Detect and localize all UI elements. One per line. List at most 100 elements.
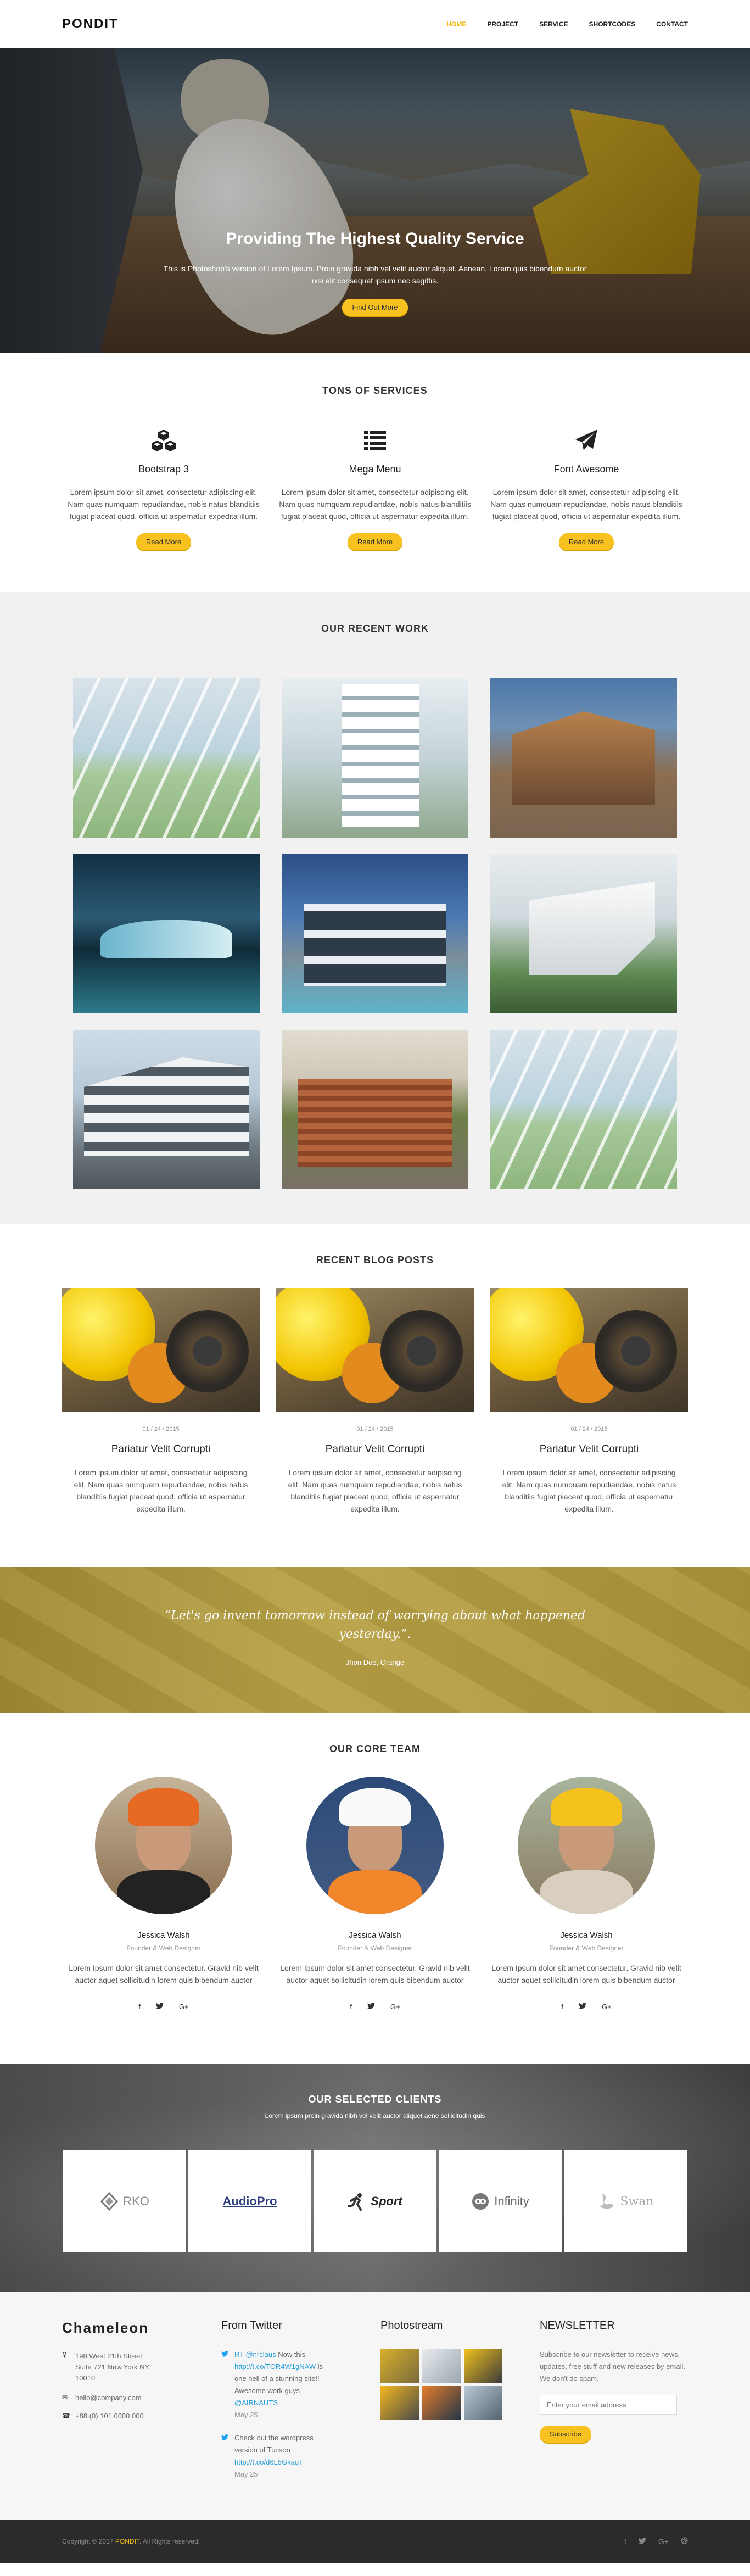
find-out-more-button[interactable]: Find Out More: [342, 299, 408, 316]
photostream-thumb[interactable]: [464, 2386, 502, 2420]
recent-work-section: OUR RECENT WORK: [0, 592, 750, 1224]
service-text: Lorem ipsum dolor sit amet, consectetur …: [279, 488, 471, 521]
twitter-icon[interactable]: [367, 2003, 375, 2011]
blog-post-image[interactable]: [490, 1288, 688, 1412]
work-image-4[interactable]: [73, 854, 260, 1013]
twitter-icon[interactable]: [155, 2003, 164, 2011]
service-title: Mega Menu: [349, 464, 401, 475]
photostream-thumb[interactable]: [422, 2386, 461, 2420]
facebook-icon[interactable]: f: [624, 2537, 626, 2546]
blog-post-image[interactable]: [276, 1288, 474, 1412]
tweet-link[interactable]: http://t.co/d6L5GkaqT: [234, 2458, 303, 2466]
copyright-brand[interactable]: PONDIT: [115, 2538, 139, 2545]
photostream-thumb[interactable]: [464, 2349, 502, 2383]
work-grid: [73, 678, 677, 1189]
client-logo-rko[interactable]: RKO: [63, 2150, 186, 2252]
site-logo[interactable]: PONDIT: [62, 16, 119, 32]
photostream-thumb[interactable]: [422, 2349, 461, 2383]
team-member-photo: [306, 1777, 444, 1914]
site-footer: Chameleon ⚲ 198 West 21th Street Suite 7…: [0, 2292, 750, 2520]
dribbble-icon[interactable]: [681, 2537, 688, 2546]
team-member: Jessica Walsh Founder & Web Designer Lor…: [273, 1777, 477, 2011]
blog-post-date: 01 / 24 / 2015: [356, 1426, 394, 1432]
work-image-6[interactable]: [490, 854, 677, 1013]
google-plus-icon[interactable]: G+: [179, 2003, 189, 2011]
map-marker-icon: ⚲: [62, 2351, 67, 2358]
tweet-handle[interactable]: RT @nrclaus: [234, 2350, 276, 2358]
blog-post-title[interactable]: Pariatur Velit Corrupti: [62, 1443, 260, 1456]
team-member-name: Jessica Walsh: [349, 1931, 401, 1940]
nav-shortcodes[interactable]: SHORTCODES: [589, 20, 636, 28]
blog-post-title[interactable]: Pariatur Velit Corrupti: [490, 1443, 688, 1456]
team-member-bio: Lorem Ipsum dolor sit amet consectetur. …: [69, 1964, 259, 1984]
photostream-thumb[interactable]: [380, 2386, 419, 2420]
client-logo-swan[interactable]: Swan: [564, 2150, 687, 2252]
copyright-bar: Copyright © 2017 PONDIT. All Rights rese…: [0, 2520, 750, 2563]
diamond-icon: [100, 2192, 119, 2211]
blog-post-image[interactable]: [62, 1288, 260, 1412]
nav-service[interactable]: SERVICE: [539, 20, 568, 28]
runner-icon: [348, 2193, 362, 2211]
testimonial-section: “Let's go invent tomorrow instead of wor…: [0, 1567, 750, 1713]
nav-project[interactable]: PROJECT: [487, 20, 518, 28]
twitter-icon[interactable]: [578, 2003, 586, 2011]
facebook-icon[interactable]: f: [561, 2003, 563, 2011]
read-more-button[interactable]: Read More: [558, 533, 614, 550]
work-image-9[interactable]: [490, 1030, 677, 1189]
newsletter-email-input[interactable]: [540, 2395, 677, 2415]
work-image-1[interactable]: [73, 678, 260, 838]
tweet-body: Check out the wordpress version of Tucso…: [234, 2432, 333, 2480]
work-image-2[interactable]: [282, 678, 468, 838]
clients-subtitle: Lorem ipsum proin gravida nibh vel velit…: [265, 2112, 485, 2120]
hero-banner: Providing The Highest Quality Service Th…: [0, 48, 750, 353]
service-title: Font Awesome: [553, 464, 619, 475]
team-member: Jessica Walsh Founder & Web Designer Lor…: [485, 1777, 688, 2011]
footer-email: ✉ hello@company.com: [62, 2394, 210, 2402]
read-more-button[interactable]: Read More: [136, 533, 192, 550]
newsletter-title: NEWSLETTER: [540, 2319, 615, 2332]
read-more-button[interactable]: Read More: [347, 533, 403, 550]
team-member-social: f G+: [485, 2003, 688, 2011]
nav-contact[interactable]: CONTACT: [656, 20, 688, 28]
testimonial-quote: “Let's go invent tomorrow instead of wor…: [164, 1609, 586, 1641]
blog-section: RECENT BLOG POSTS 01 / 24 / 2015 Pariatu…: [0, 1224, 750, 1567]
hero-content: Providing The Highest Quality Service Th…: [0, 230, 750, 316]
work-image-5[interactable]: [282, 854, 468, 1013]
subscribe-button[interactable]: Subscribe: [540, 2426, 591, 2443]
work-image-3[interactable]: [490, 678, 677, 838]
team-member-photo: [95, 1777, 232, 1914]
client-logo-audiopro[interactable]: AudioPro: [188, 2150, 311, 2252]
main-nav: HOME PROJECT SERVICE SHORTCODES CONTACT: [446, 20, 688, 28]
blog-post-excerpt: Lorem ipsum dolor sit amet, consectetur …: [74, 1468, 248, 1513]
nav-home[interactable]: HOME: [446, 20, 466, 28]
twitter-icon[interactable]: [638, 2537, 646, 2546]
site-header: PONDIT HOME PROJECT SERVICE SHORTCODES C…: [0, 0, 750, 48]
services-row: Bootstrap 3 Lorem ipsum dolor sit amet, …: [62, 397, 688, 550]
client-logos: RKO AudioPro Sport Infinity Swan: [0, 2150, 750, 2252]
client-logo-infinity[interactable]: Infinity: [439, 2150, 562, 2252]
work-image-8[interactable]: [282, 1030, 468, 1189]
blog-post-date: 01 / 24 / 2015: [142, 1426, 180, 1432]
hero-title: Providing The Highest Quality Service: [226, 230, 524, 248]
google-plus-icon[interactable]: G+: [658, 2537, 669, 2546]
footer-email-text[interactable]: hello@company.com: [75, 2394, 142, 2402]
blog-post-excerpt: Lorem ipsum dolor sit amet, consectetur …: [288, 1468, 462, 1513]
google-plus-icon[interactable]: G+: [390, 2003, 400, 2011]
service-text: Lorem ipsum dolor sit amet, consectetur …: [490, 488, 682, 521]
facebook-icon[interactable]: f: [350, 2003, 352, 2011]
google-plus-icon[interactable]: G+: [602, 2003, 612, 2011]
footer-contact: Chameleon ⚲ 198 West 21th Street Suite 7…: [62, 2319, 210, 2491]
photostream-thumb[interactable]: [380, 2349, 419, 2383]
team-member-social: f G+: [62, 2003, 265, 2011]
work-image-7[interactable]: [73, 1030, 260, 1189]
facebook-icon[interactable]: f: [138, 2003, 141, 2011]
blog-post: 01 / 24 / 2015 Pariatur Velit Corrupti L…: [62, 1288, 260, 1515]
blog-post-excerpt: Lorem ipsum dolor sit amet, consectetur …: [502, 1468, 676, 1513]
blog-post-title[interactable]: Pariatur Velit Corrupti: [276, 1443, 474, 1456]
tweet-link[interactable]: http://t.co/TOR4W1gNAW: [234, 2362, 316, 2371]
client-logo-label: RKO: [123, 2194, 149, 2208]
cubes-icon: [62, 424, 265, 457]
tweet-mention[interactable]: @AIRNAUTS: [234, 2399, 278, 2407]
service-card: Font Awesome Lorem ipsum dolor sit amet,…: [485, 397, 688, 550]
client-logo-sport[interactable]: Sport: [314, 2150, 436, 2252]
